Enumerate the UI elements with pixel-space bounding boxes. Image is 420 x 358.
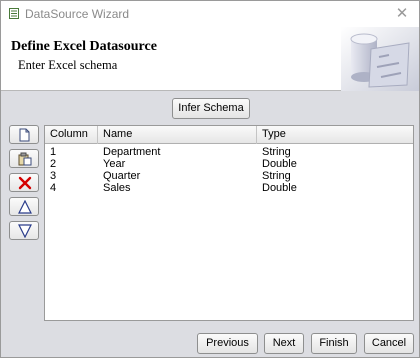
move-down-icon xyxy=(18,224,32,238)
cell-name: Year xyxy=(103,158,126,170)
column-header-type[interactable]: Type xyxy=(257,126,413,144)
banner-subtitle: Enter Excel schema xyxy=(18,58,118,72)
cell-column: 2 xyxy=(50,158,57,170)
table-row[interactable]: 4 Sales Double xyxy=(45,182,413,194)
datasource-banner-icon xyxy=(341,27,419,91)
close-button[interactable]: ✕ xyxy=(387,4,417,24)
move-down-button[interactable] xyxy=(9,221,39,240)
datasource-wizard-window: DataSource Wizard ✕ Define Excel Datasou… xyxy=(0,0,420,358)
cell-type: Double xyxy=(262,158,297,170)
table-row[interactable]: 2 Year Double xyxy=(45,158,413,170)
move-up-button[interactable] xyxy=(9,197,39,216)
cell-column: 4 xyxy=(50,182,57,194)
table-row[interactable]: 1 Department String xyxy=(45,146,413,158)
new-row-button[interactable] xyxy=(9,125,39,144)
move-up-icon xyxy=(18,200,32,214)
cell-type: String xyxy=(262,146,291,158)
cell-type: String xyxy=(262,170,291,182)
cell-name: Department xyxy=(103,146,161,158)
cell-column: 3 xyxy=(50,170,57,182)
schema-table[interactable]: Column Name Type 1 Department String 2 Y… xyxy=(44,125,414,321)
delete-row-button[interactable] xyxy=(9,173,39,192)
column-header-name[interactable]: Name xyxy=(98,126,257,144)
window-title: DataSource Wizard xyxy=(25,7,130,21)
title-bar[interactable]: DataSource Wizard ✕ xyxy=(1,1,419,27)
cell-column: 1 xyxy=(50,146,57,158)
cell-name: Quarter xyxy=(103,170,141,182)
paste-row-button[interactable] xyxy=(9,149,39,168)
column-header-column[interactable]: Column xyxy=(45,126,98,144)
delete-icon xyxy=(18,176,32,190)
banner-title: Define Excel Datasource xyxy=(11,39,157,54)
wizard-banner: Define Excel Datasource Enter Excel sche… xyxy=(1,27,419,91)
finish-button[interactable]: Finish xyxy=(311,333,357,354)
app-icon xyxy=(9,8,19,19)
previous-button[interactable]: Previous xyxy=(197,333,258,354)
cancel-button[interactable]: Cancel xyxy=(364,333,414,354)
table-header: Column Name Type xyxy=(45,126,413,144)
next-button[interactable]: Next xyxy=(264,333,304,354)
cell-name: Sales xyxy=(103,182,131,194)
table-row[interactable]: 3 Quarter String xyxy=(45,170,413,182)
paste-row-icon xyxy=(18,152,32,166)
new-row-icon xyxy=(19,128,30,142)
cell-type: Double xyxy=(262,182,297,194)
infer-schema-button[interactable]: Infer Schema xyxy=(172,98,250,119)
